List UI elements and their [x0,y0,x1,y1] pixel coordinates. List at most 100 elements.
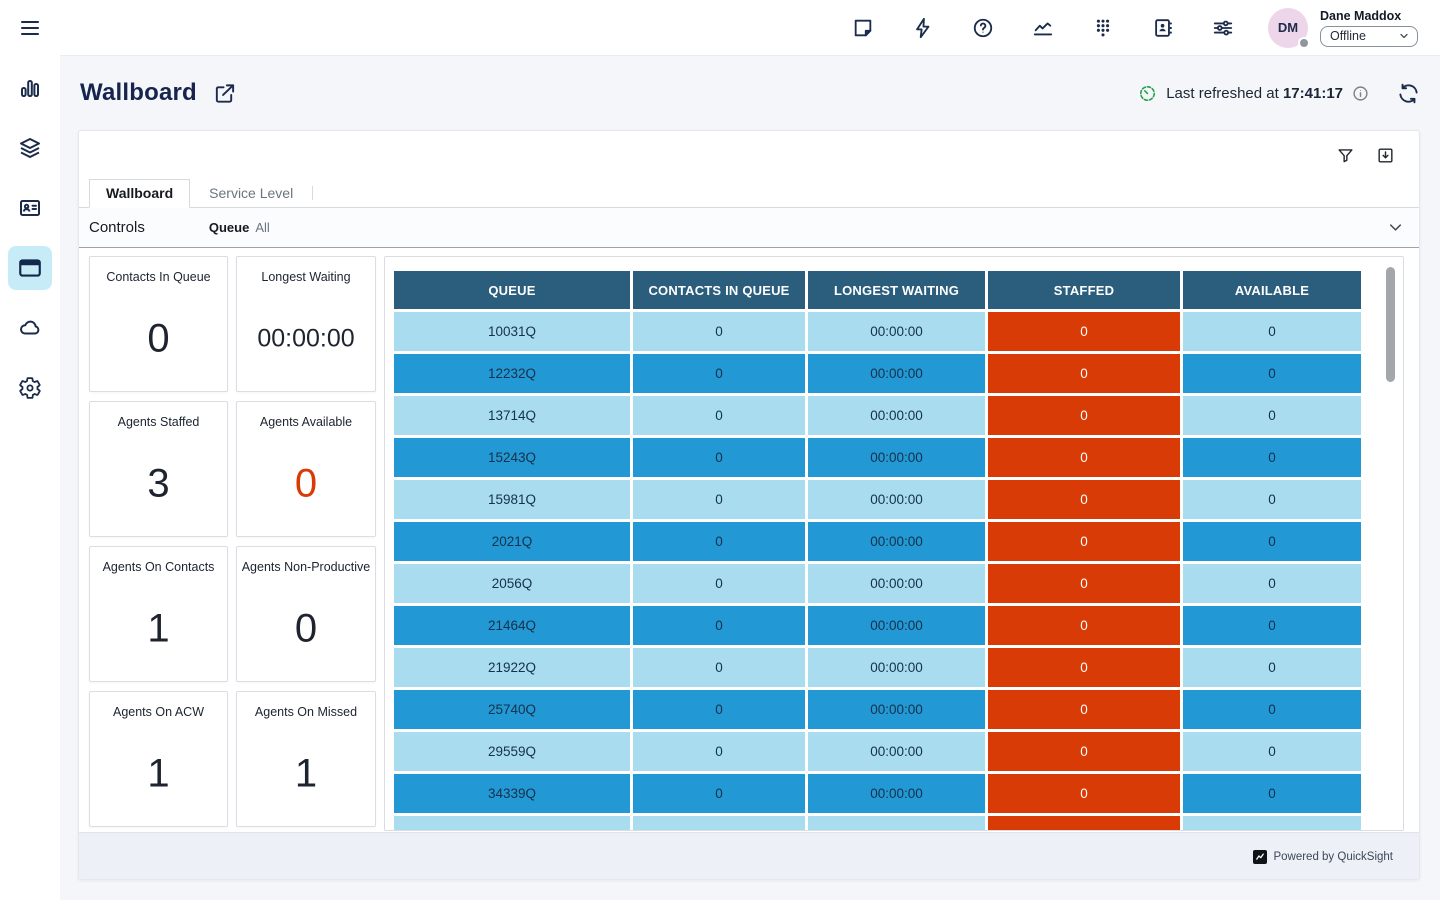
cell-available: 0 [1183,480,1361,519]
cell-longest-waiting: 00:00:00 [808,564,985,603]
cell-longest-waiting: 00:00:00 [808,774,985,813]
sidebar-item-users[interactable] [8,186,52,230]
powered-by-text: Powered by QuickSight [1273,851,1393,863]
cell-longest-waiting: 00:00:00 [808,480,985,519]
cell-available: 0 [1183,354,1361,393]
sidebar-item-metrics[interactable] [8,66,52,110]
status-select[interactable]: Offline [1320,26,1418,47]
cell-staffed: 0 [988,480,1180,519]
refresh-button[interactable] [1397,82,1420,105]
cell-staffed [988,816,1180,831]
dashboard-window-icon [17,255,43,281]
kpi-value: 1 [237,751,375,796]
kpi-card: Agents On Missed 1 [236,691,376,827]
cell-queue: 34339Q [394,774,630,813]
kpi-card: Longest Waiting 00:00:00 [236,256,376,392]
cell-available: 0 [1183,606,1361,645]
menu-button[interactable] [8,6,52,50]
kpi-label: Agents Non-Productive [237,560,375,574]
tabs-row: Wallboard Service Level [79,179,1419,208]
kpi-value: 1 [90,606,227,651]
cell-available: 0 [1183,774,1361,813]
table-row [394,816,1361,831]
kpi-card: Contacts In Queue 0 [89,256,228,392]
lightning-icon [912,17,934,39]
quick-actions-button[interactable] [904,9,942,47]
kpi-card: Agents Non-Productive 0 [236,546,376,682]
cell-available: 0 [1183,438,1361,477]
table-row: 2056Q000:00:0000 [394,564,1361,603]
cell-contacts-in-queue: 0 [633,564,805,603]
controls-label: Controls [89,219,145,236]
status-dot [1298,37,1310,49]
open-external-button[interactable] [213,82,236,105]
help-button[interactable] [964,9,1002,47]
cell-contacts-in-queue: 0 [633,354,805,393]
kpi-value: 3 [90,461,227,506]
cell-queue: 15243Q [394,438,630,477]
cell-available: 0 [1183,564,1361,603]
cell-staffed: 0 [988,648,1180,687]
info-button[interactable] [1352,85,1369,102]
sidebar-item-cloud[interactable] [8,306,52,350]
controls-collapse-button[interactable] [1386,218,1405,237]
kpi-value: 0 [237,461,375,506]
dialpad-button[interactable] [1084,9,1122,47]
column-header-contacts-in-queue: CONTACTS IN QUEUE [633,271,805,309]
cell-queue: 29559Q [394,732,630,771]
user-name: Dane Maddox [1320,9,1418,23]
cell-contacts-in-queue: 0 [633,732,805,771]
kpi-value: 0 [237,606,375,651]
cell-available: 0 [1183,396,1361,435]
tab-wallboard[interactable]: Wallboard [89,179,190,208]
sidebar-item-flows[interactable] [8,126,52,170]
sidebar-item-dashboards[interactable] [8,246,52,290]
note-icon [852,17,874,39]
filters-button[interactable] [1204,9,1242,47]
cell-queue: 12232Q [394,354,630,393]
cell-queue: 2056Q [394,564,630,603]
cell-contacts-in-queue [633,816,805,831]
tab-service-level[interactable]: Service Level [190,180,312,207]
export-button[interactable] [1373,143,1397,167]
cell-contacts-in-queue: 0 [633,480,805,519]
cell-contacts-in-queue: 0 [633,648,805,687]
powered-by: Powered by QuickSight [1253,850,1393,864]
sidebar-item-settings[interactable] [8,366,52,410]
filter-button[interactable] [1333,143,1357,167]
dialpad-icon [1092,17,1114,39]
contacts-button[interactable] [1144,9,1182,47]
cell-staffed: 0 [988,732,1180,771]
cell-queue: 21464Q [394,606,630,645]
cell-staffed: 0 [988,354,1180,393]
cell-available: 0 [1183,312,1361,351]
cell-queue: 2021Q [394,522,630,561]
avatar[interactable]: DM [1268,8,1308,48]
cell-staffed: 0 [988,606,1180,645]
metrics-button[interactable] [1024,9,1062,47]
kpi-label: Agents On Contacts [90,560,227,574]
cell-longest-waiting [808,816,985,831]
column-header-staffed: STAFFED [988,271,1180,309]
cell-staffed: 0 [988,438,1180,477]
notes-button[interactable] [844,9,882,47]
status-value: Offline [1330,29,1366,43]
column-header-queue: QUEUE [394,271,630,309]
kpi-value: 00:00:00 [237,324,375,353]
contacts-icon [1152,17,1174,39]
kpi-card: Agents Staffed 3 [89,401,228,537]
left-sidebar [0,0,60,900]
table-scrollbar[interactable] [1386,267,1395,382]
avatar-initials: DM [1278,20,1298,35]
controls-bar[interactable]: Controls Queue All [79,208,1419,248]
cell-available [1183,816,1361,831]
kpi-label: Agents Staffed [90,415,227,429]
bar-chart-icon [18,76,42,100]
table-row: 13714Q000:00:0000 [394,396,1361,435]
column-header-available: AVAILABLE [1183,271,1361,309]
queue-table-body: 10031Q000:00:000012232Q000:00:000013714Q… [394,312,1361,831]
cell-queue: 25740Q [394,690,630,729]
refresh-time: 17:41:17 [1283,85,1343,102]
cell-longest-waiting: 00:00:00 [808,438,985,477]
cell-queue: 13714Q [394,396,630,435]
